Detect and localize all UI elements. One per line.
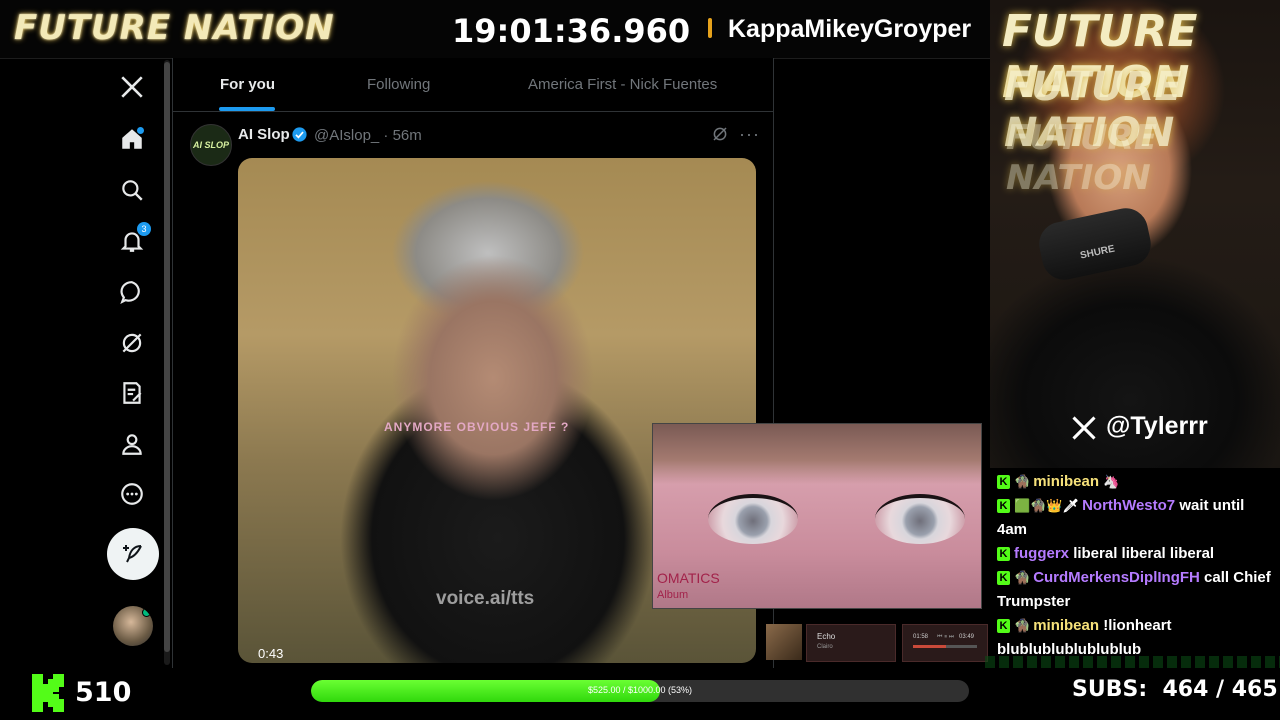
tab-america-first[interactable]: America First - Nick Fuentes [528, 76, 717, 93]
controls-icon: ⏮ ⏸ ⏭ [937, 634, 955, 640]
chat-message: K 🧌 CurdMerkensDiplIngFH call Chief Trumps… [997, 566, 1277, 614]
decorative-strip [985, 656, 1280, 668]
donation-goal-text: $525.00 / $1000.00 (53%) [587, 685, 693, 695]
home-unread-dot [136, 126, 145, 135]
x-logo-icon[interactable] [115, 70, 149, 104]
kick-badge-icon: K [997, 475, 1010, 489]
total-time: 03:49 [959, 634, 975, 640]
elapsed-time: 01:58 [913, 634, 929, 640]
song-artist: Clairo [817, 644, 833, 650]
x-logo-icon [1072, 416, 1096, 440]
subs-label: SUBS: [1072, 677, 1148, 702]
profile-icon[interactable] [115, 427, 149, 461]
album-art-overlay: OMATICS Album [652, 423, 982, 609]
ticker-marker-icon [708, 18, 712, 38]
now-playing-track: Echo Clairo [806, 624, 896, 662]
chat-username[interactable]: fuggerx [1014, 545, 1069, 562]
grok-icon[interactable] [115, 326, 149, 360]
follower-count: 510 [75, 677, 132, 708]
streamer-handle: @Tylerrr [1106, 412, 1208, 440]
tweet-author-name[interactable]: AI Slop [238, 126, 290, 143]
grok-explain-icon[interactable] [711, 125, 729, 143]
donation-goal-bar: $525.00 / $1000.00 (53%) [311, 680, 969, 702]
compose-list-icon[interactable] [115, 376, 149, 410]
chat-message: K 🧌 minibean !lionheart blublublublublublu… [997, 614, 1277, 662]
album-art-eye-left [708, 494, 798, 544]
verified-badge-icon [292, 127, 307, 142]
feather-plus-icon [123, 545, 142, 563]
emote-icon: 🧌 [1014, 618, 1031, 633]
search-icon[interactable] [115, 173, 149, 207]
online-dot [142, 608, 151, 617]
chat-panel: K 🧌 minibean 🦄 K 🟩🧌👑🗡 NorthWesto7 wait until… [990, 468, 1280, 668]
emote-icon: 🧌 [1014, 474, 1031, 489]
notification-count-badge: 3 [137, 222, 151, 236]
chat-icon[interactable] [115, 275, 149, 309]
more-circle-icon[interactable] [115, 477, 149, 511]
now-playing-art [766, 624, 802, 660]
sidebar-nav: 3 [95, 58, 170, 668]
emote-icon: 🦄 [1103, 474, 1120, 489]
album-title: OMATICS [657, 570, 720, 586]
webcam-brand-backdrop-3: FUTURE NATION [1006, 118, 1158, 198]
brand-logo-text: FUTURE NATION [14, 8, 335, 48]
video-caption: ANYMORE OBVIOUS JEFF ? [384, 420, 570, 434]
kick-logo-icon [32, 674, 64, 712]
song-title: Echo [817, 632, 836, 641]
subs-counter: SUBS: 464 / 465 [1072, 677, 1278, 702]
feed-tabs: For you Following America First - Nick F… [173, 58, 773, 112]
ticker-username: KappaMikeyGroyper [728, 15, 972, 43]
emote-icon: 🧌 [1014, 570, 1031, 585]
home-icon[interactable] [115, 122, 149, 156]
bottom-overlay-bar: 510 $525.00 / $1000.00 (53%) SUBS: 464 /… [0, 668, 1280, 720]
chat-message: K 🟩🧌👑🗡 NorthWesto7 wait until 4am [997, 494, 1277, 542]
chat-username[interactable]: NorthWesto7 [1082, 497, 1175, 514]
post-button[interactable] [107, 528, 159, 580]
chat-text: liberal liberal liberal [1073, 545, 1215, 562]
chat-username[interactable]: CurdMerkensDiplIngFH [1033, 569, 1200, 586]
bell-icon[interactable]: 3 [115, 222, 151, 258]
now-playing-widget: Echo Clairo 01:58 ⏮ ⏸ ⏭ 03:49 [766, 624, 988, 662]
scrollbar-thumb[interactable] [164, 62, 170, 652]
tweet-more-icon[interactable]: ··· [739, 124, 760, 145]
tweet-handle-time[interactable]: @AIslop_ · 56m [314, 127, 422, 144]
subs-value: 464 / 465 [1162, 677, 1278, 702]
kick-badge-icon: K [997, 571, 1010, 585]
chat-message: K 🧌 minibean 🦄 [997, 470, 1122, 494]
tweet-author-avatar[interactable]: AI SLOP [190, 124, 232, 166]
album-art-eye-right [875, 494, 965, 544]
badge-icons: 🟩🧌👑🗡 [1014, 498, 1080, 513]
kick-badge-icon: K [997, 499, 1010, 513]
microphone [1035, 204, 1155, 284]
account-avatar[interactable] [113, 606, 153, 646]
kick-badge-icon: K [997, 619, 1010, 633]
video-watermark: voice.ai/tts [436, 588, 535, 609]
chat-message: Kfuggerx liberal liberal liberal [997, 542, 1214, 566]
album-subtitle: Album [657, 589, 689, 601]
song-progress-fill [913, 645, 947, 648]
top-overlay-bar: FUTURE NATION 19:01:36.960 KappaMikeyGro… [0, 0, 990, 59]
chat-username[interactable]: minibean [1033, 473, 1099, 490]
active-tab-indicator [219, 107, 275, 111]
album-art-hair [653, 424, 981, 484]
now-playing-progress: 01:58 ⏮ ⏸ ⏭ 03:49 [902, 624, 988, 662]
tab-for-you[interactable]: For you [220, 76, 275, 93]
video-duration: 0:43 [258, 646, 284, 661]
kick-badge-icon: K [997, 547, 1010, 561]
tab-following[interactable]: Following [367, 76, 430, 93]
chat-username[interactable]: minibean [1033, 617, 1099, 634]
clock-display: 19:01:36.960 [452, 12, 691, 50]
webcam-feed: FUTURE NATION FUTURE NATION FUTURE NATIO… [990, 0, 1280, 468]
